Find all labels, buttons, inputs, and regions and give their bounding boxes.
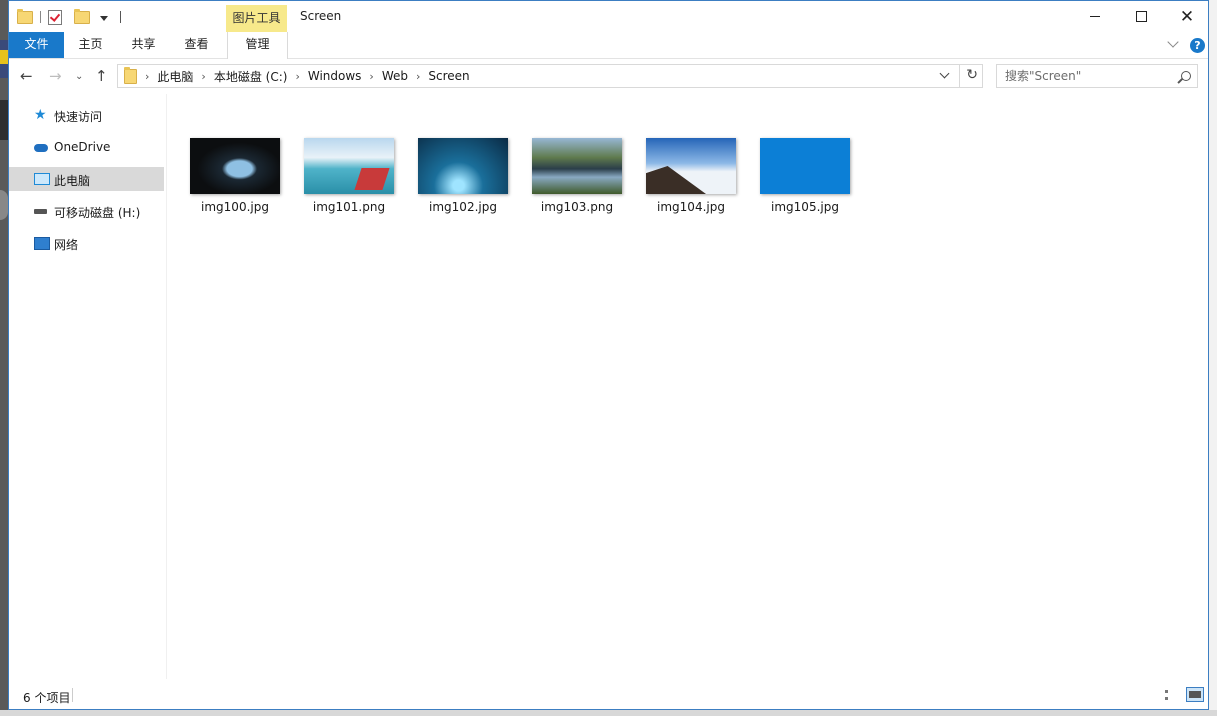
image-thumbnail [304, 138, 394, 194]
navigation-pane: ★ 快速访问 OneDrive 此电脑 可移动磁盘 (H:) 网络 [9, 94, 167, 679]
sidebar-item-label: 可移动磁盘 (H:) [54, 206, 141, 220]
file-name: img100.jpg [201, 200, 269, 214]
search-input[interactable]: 搜索"Screen" [996, 64, 1198, 88]
background-fragment [0, 100, 8, 140]
toolbar-separator [120, 11, 121, 23]
title-bar: 图片工具 Screen ✕ [9, 1, 1208, 32]
tab-home[interactable]: 主页 [64, 32, 117, 58]
image-thumbnail [760, 138, 850, 194]
new-folder-icon[interactable] [74, 8, 90, 24]
breadcrumb-separator[interactable]: › [369, 70, 373, 83]
breadcrumb-this-pc[interactable]: 此电脑 [157, 68, 193, 85]
customize-toolbar-dropdown-icon[interactable] [100, 15, 108, 21]
quick-access-toolbar [17, 7, 121, 27]
properties-icon[interactable] [48, 9, 62, 25]
background-fragment [0, 190, 8, 220]
breadcrumb-web[interactable]: Web [382, 69, 408, 83]
file-list: img100.jpg img101.png img102.jpg img103.… [167, 94, 1208, 679]
file-item[interactable]: img104.jpg [638, 138, 744, 214]
ribbon-tabs: 文件 主页 共享 查看 管理 ? [9, 32, 1208, 59]
maximize-button[interactable] [1118, 1, 1164, 32]
image-thumbnail [646, 138, 736, 194]
refresh-icon[interactable]: ↻ [966, 67, 978, 83]
file-name: img102.jpg [429, 200, 497, 214]
background-fragment [0, 50, 8, 64]
sidebar-item-quick-access[interactable]: ★ 快速访问 [9, 103, 164, 127]
sidebar-item-label: 快速访问 [54, 110, 103, 124]
status-divider [72, 688, 73, 702]
explorer-window: 图片工具 Screen ✕ 文件 主页 共享 查看 管理 ? ← → ⌄ ↑ ›… [8, 0, 1209, 710]
file-item[interactable]: img100.jpg [182, 138, 288, 214]
sidebar-item-onedrive[interactable]: OneDrive [9, 135, 164, 159]
recent-locations-dropdown[interactable]: ⌄ [75, 71, 83, 82]
sidebar-item-label: OneDrive [54, 140, 111, 154]
breadcrumb-separator[interactable]: › [201, 70, 205, 83]
details-view-icon[interactable] [1165, 690, 1182, 700]
sidebar-item-network[interactable]: 网络 [9, 231, 164, 255]
tab-manage[interactable]: 管理 [227, 32, 288, 59]
sidebar-item-this-pc[interactable]: 此电脑 [9, 167, 164, 191]
search-icon[interactable] [1181, 71, 1191, 81]
address-history-dropdown-icon[interactable] [939, 68, 950, 79]
window-title: Screen [300, 9, 342, 23]
file-item[interactable]: img101.png [296, 138, 402, 214]
file-item[interactable]: img105.jpg [752, 138, 858, 214]
tab-share[interactable]: 共享 [117, 32, 170, 58]
file-name: img105.jpg [771, 200, 839, 214]
sidebar-item-label: 网络 [54, 238, 79, 252]
close-button[interactable]: ✕ [1164, 1, 1208, 32]
file-name: img104.jpg [657, 200, 725, 214]
file-name: img103.png [540, 200, 614, 214]
breadcrumb-separator[interactable]: › [295, 70, 299, 83]
breadcrumb-local-disk[interactable]: 本地磁盘 (C:) [214, 68, 288, 85]
picture-tools-context-label: 图片工具 [226, 5, 287, 32]
background-left-edge [0, 0, 8, 716]
expand-ribbon-chevron-icon[interactable] [1167, 36, 1179, 48]
network-icon [34, 237, 50, 250]
breadcrumb-screen[interactable]: Screen [428, 69, 469, 83]
tab-file[interactable]: 文件 [9, 32, 64, 58]
background-right-edge [1209, 0, 1217, 716]
star-icon: ★ [34, 107, 47, 123]
drive-icon [34, 209, 47, 214]
image-thumbnail [190, 138, 280, 194]
file-item[interactable]: img103.png [524, 138, 630, 214]
breadcrumb-windows[interactable]: Windows [308, 69, 362, 83]
tab-view[interactable]: 查看 [170, 32, 223, 58]
folder-icon [124, 66, 137, 84]
breadcrumb-separator[interactable]: › [145, 70, 149, 83]
forward-button[interactable]: → [49, 67, 62, 85]
back-button[interactable]: ← [20, 67, 33, 85]
cloud-icon [34, 144, 48, 152]
minimize-button[interactable] [1072, 1, 1118, 32]
address-divider [959, 65, 960, 87]
file-name: img101.png [312, 200, 386, 214]
breadcrumb-separator[interactable]: › [416, 70, 420, 83]
image-thumbnail [418, 138, 508, 194]
computer-icon [34, 173, 50, 185]
status-bar: 6 个项目 [9, 679, 1208, 709]
navigation-bar: ← → ⌄ ↑ › 此电脑 › 本地磁盘 (C:) › Windows › We… [9, 59, 1208, 93]
background-bottom-edge [0, 710, 1217, 716]
address-bar[interactable]: › 此电脑 › 本地磁盘 (C:) › Windows › Web › Scre… [117, 64, 983, 88]
large-icons-view-icon[interactable] [1186, 687, 1204, 702]
folder-icon [17, 8, 33, 24]
sidebar-item-label: 此电脑 [54, 174, 91, 188]
item-count: 6 个项目 [23, 691, 71, 705]
toolbar-separator [40, 11, 41, 23]
sidebar-item-removable-drive[interactable]: 可移动磁盘 (H:) [9, 199, 164, 223]
image-thumbnail [532, 138, 622, 194]
help-icon[interactable]: ? [1190, 38, 1205, 53]
up-button[interactable]: ↑ [95, 67, 108, 85]
file-item[interactable]: img102.jpg [410, 138, 516, 214]
